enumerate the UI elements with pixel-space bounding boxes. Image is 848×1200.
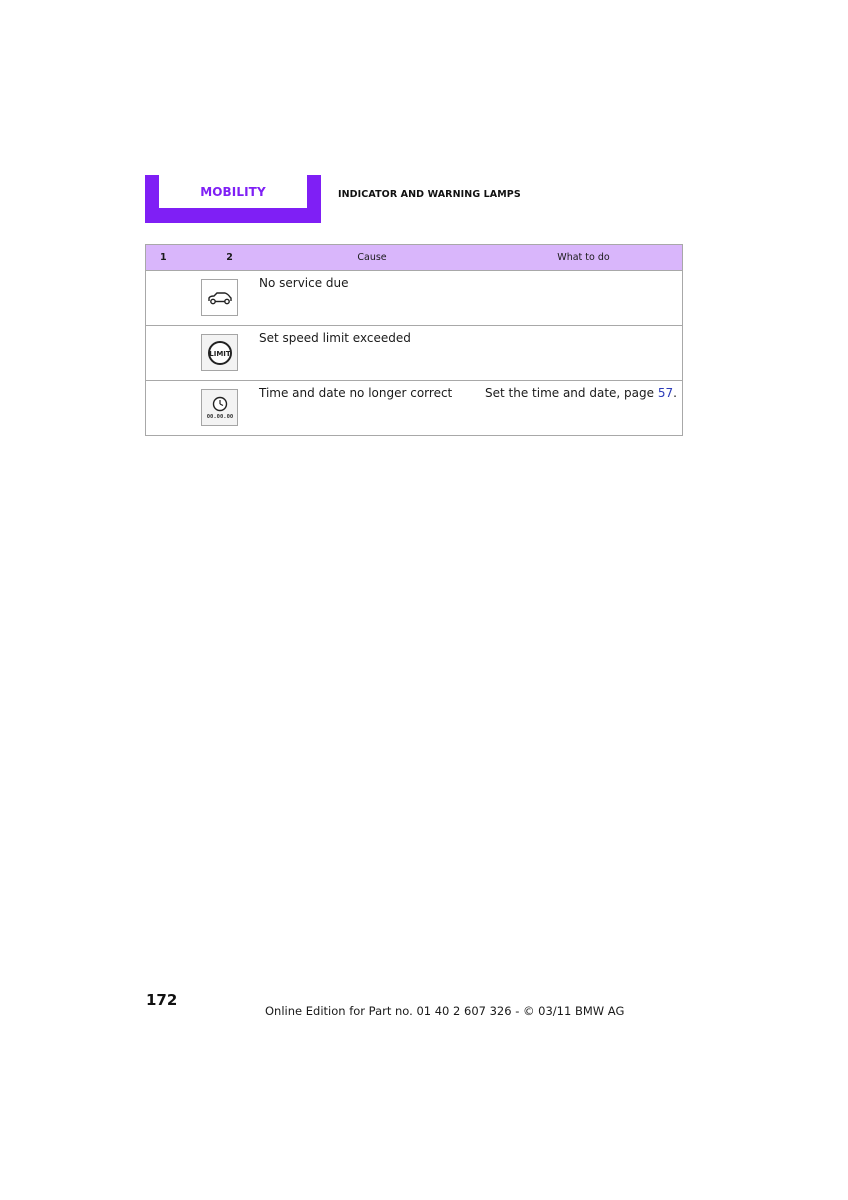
speed-limit-icon: LIMIT <box>201 334 238 371</box>
what-to-do-text: Set the time and date, page 57. <box>485 386 677 400</box>
cell-what-to-do <box>485 270 683 326</box>
column-header-2: 2 <box>200 244 259 271</box>
section-tab-inner: MOBILITY <box>159 175 307 208</box>
cell-cause: Set speed limit exceeded <box>259 325 485 381</box>
cell-what-to-do <box>485 325 683 381</box>
speed-limit-icon-text: LIMIT <box>209 349 231 357</box>
column-header-1: 1 <box>145 244 200 271</box>
chapter-title: INDICATOR AND WARNING LAMPS <box>338 189 521 200</box>
cell-what-to-do: Set the time and date, page 57. <box>485 380 683 436</box>
cell-cause: No service due <box>259 270 485 326</box>
edition-footer: Online Edition for Part no. 01 40 2 607 … <box>265 1004 625 1018</box>
cell-icon <box>200 270 259 326</box>
table-row: 00.00.00 Time and date no longer correct… <box>145 380 683 436</box>
column-header-cause: Cause <box>259 244 485 271</box>
cell-col1 <box>145 380 200 436</box>
cell-col1 <box>145 325 200 381</box>
page-link[interactable]: 57 <box>658 386 673 400</box>
cell-icon: 00.00.00 <box>200 380 259 436</box>
indicator-lamps-table: 1 2 Cause What to do No service due LIMI… <box>145 244 683 436</box>
cell-icon: LIMIT <box>200 325 259 381</box>
column-header-what-to-do: What to do <box>485 244 683 271</box>
cell-cause: Time and date no longer correct <box>259 380 485 436</box>
page-number: 172 <box>146 991 178 1009</box>
clock-icon: 00.00.00 <box>201 389 238 426</box>
table-row: No service due <box>145 270 683 326</box>
clock-icon-text: 00.00.00 <box>206 414 233 420</box>
table-header-row: 1 2 Cause What to do <box>145 244 683 271</box>
cell-col1 <box>145 270 200 326</box>
car-service-icon <box>201 279 238 316</box>
section-label: MOBILITY <box>200 184 266 199</box>
table-row: LIMIT Set speed limit exceeded <box>145 325 683 381</box>
section-tab: MOBILITY <box>145 175 321 223</box>
